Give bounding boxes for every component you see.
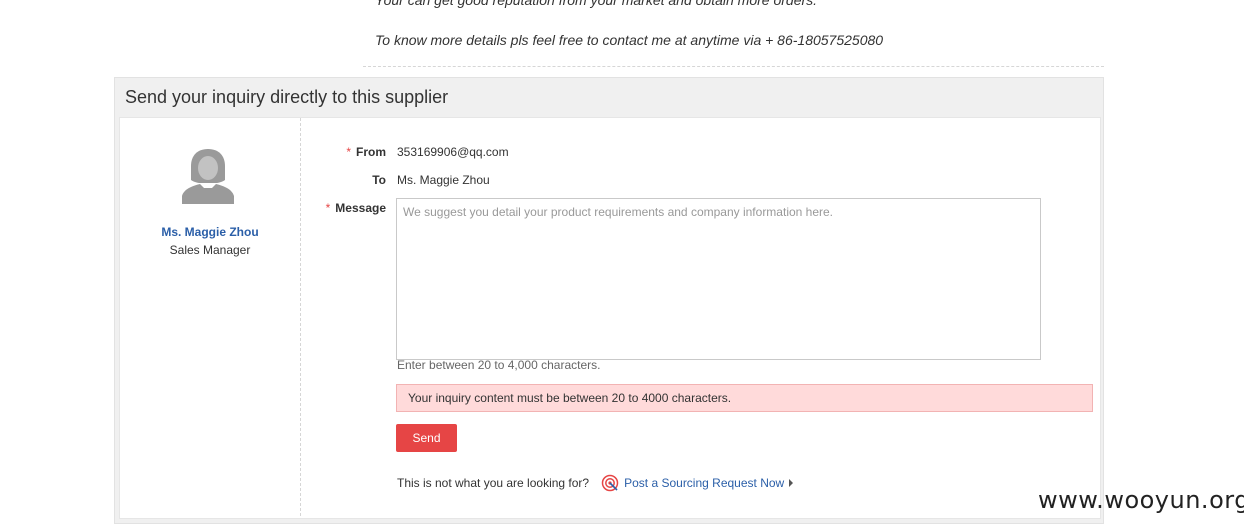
from-label: * From xyxy=(346,145,386,159)
message-label: * Message xyxy=(325,201,386,215)
required-marker: * xyxy=(346,145,351,159)
message-textarea[interactable] xyxy=(396,198,1041,360)
from-value: 353169906@qq.com xyxy=(397,145,509,159)
to-value: Ms. Maggie Zhou xyxy=(397,173,490,187)
contact-name: Ms. Maggie Zhou xyxy=(161,225,259,239)
arrow-right-icon xyxy=(789,479,794,487)
send-button[interactable]: Send xyxy=(396,424,457,452)
contact-info-text: To know more details pls feel free to co… xyxy=(375,32,884,48)
error-message: Your inquiry content must be between 20 … xyxy=(396,384,1093,412)
post-sourcing-request-link[interactable]: Post a Sourcing Request Now xyxy=(624,476,784,490)
sourcing-prompt-row: This is not what you are looking for? Po… xyxy=(397,474,794,492)
intro-text-line: Your can get good reputation from your m… xyxy=(375,0,818,8)
inquiry-panel: Send your inquiry directly to this suppl… xyxy=(114,77,1104,524)
required-marker: * xyxy=(325,201,331,215)
inquiry-title: Send your inquiry directly to this suppl… xyxy=(125,87,449,107)
watermark: www.wooyun.org xyxy=(1038,486,1244,514)
target-icon xyxy=(601,474,619,492)
to-label: To xyxy=(372,173,386,187)
inquiry-body: Ms. Maggie Zhou Sales Manager * From 3531… xyxy=(119,117,1101,519)
section-divider xyxy=(363,66,1104,67)
contact-role: Sales Manager xyxy=(169,243,251,257)
sourcing-prompt-text: This is not what you are looking for? xyxy=(397,476,590,490)
character-hint: Enter between 20 to 4,000 characters. xyxy=(397,358,601,372)
